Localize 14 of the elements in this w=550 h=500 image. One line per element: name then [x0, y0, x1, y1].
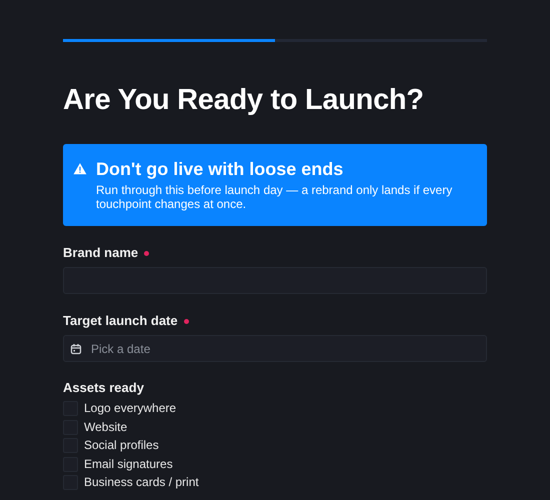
page-title: Are You Ready to Launch?	[63, 83, 425, 118]
group-label: Assets ready	[63, 380, 145, 396]
warning-icon	[73, 162, 87, 176]
checkbox-item[interactable]: Email signatures	[63, 456, 487, 472]
checkbox-item[interactable]: Social profiles	[63, 438, 487, 453]
date-field[interactable]: Pick a date	[63, 335, 487, 362]
banner-message: Run through this before launch day — a rebrand only lands if every touchpoint changes at once.	[96, 183, 454, 211]
checkbox-item[interactable]: Logo everywhere	[63, 401, 487, 416]
field-label: Brand name	[63, 245, 138, 261]
checkbox-item[interactable]: Website	[63, 420, 487, 434]
field-label: Target launch date	[63, 313, 178, 329]
banner-title: Don't go live with loose ends	[96, 158, 344, 180]
calendar-icon	[70, 343, 82, 355]
checkbox-item[interactable]: Business cards / print	[63, 475, 487, 490]
